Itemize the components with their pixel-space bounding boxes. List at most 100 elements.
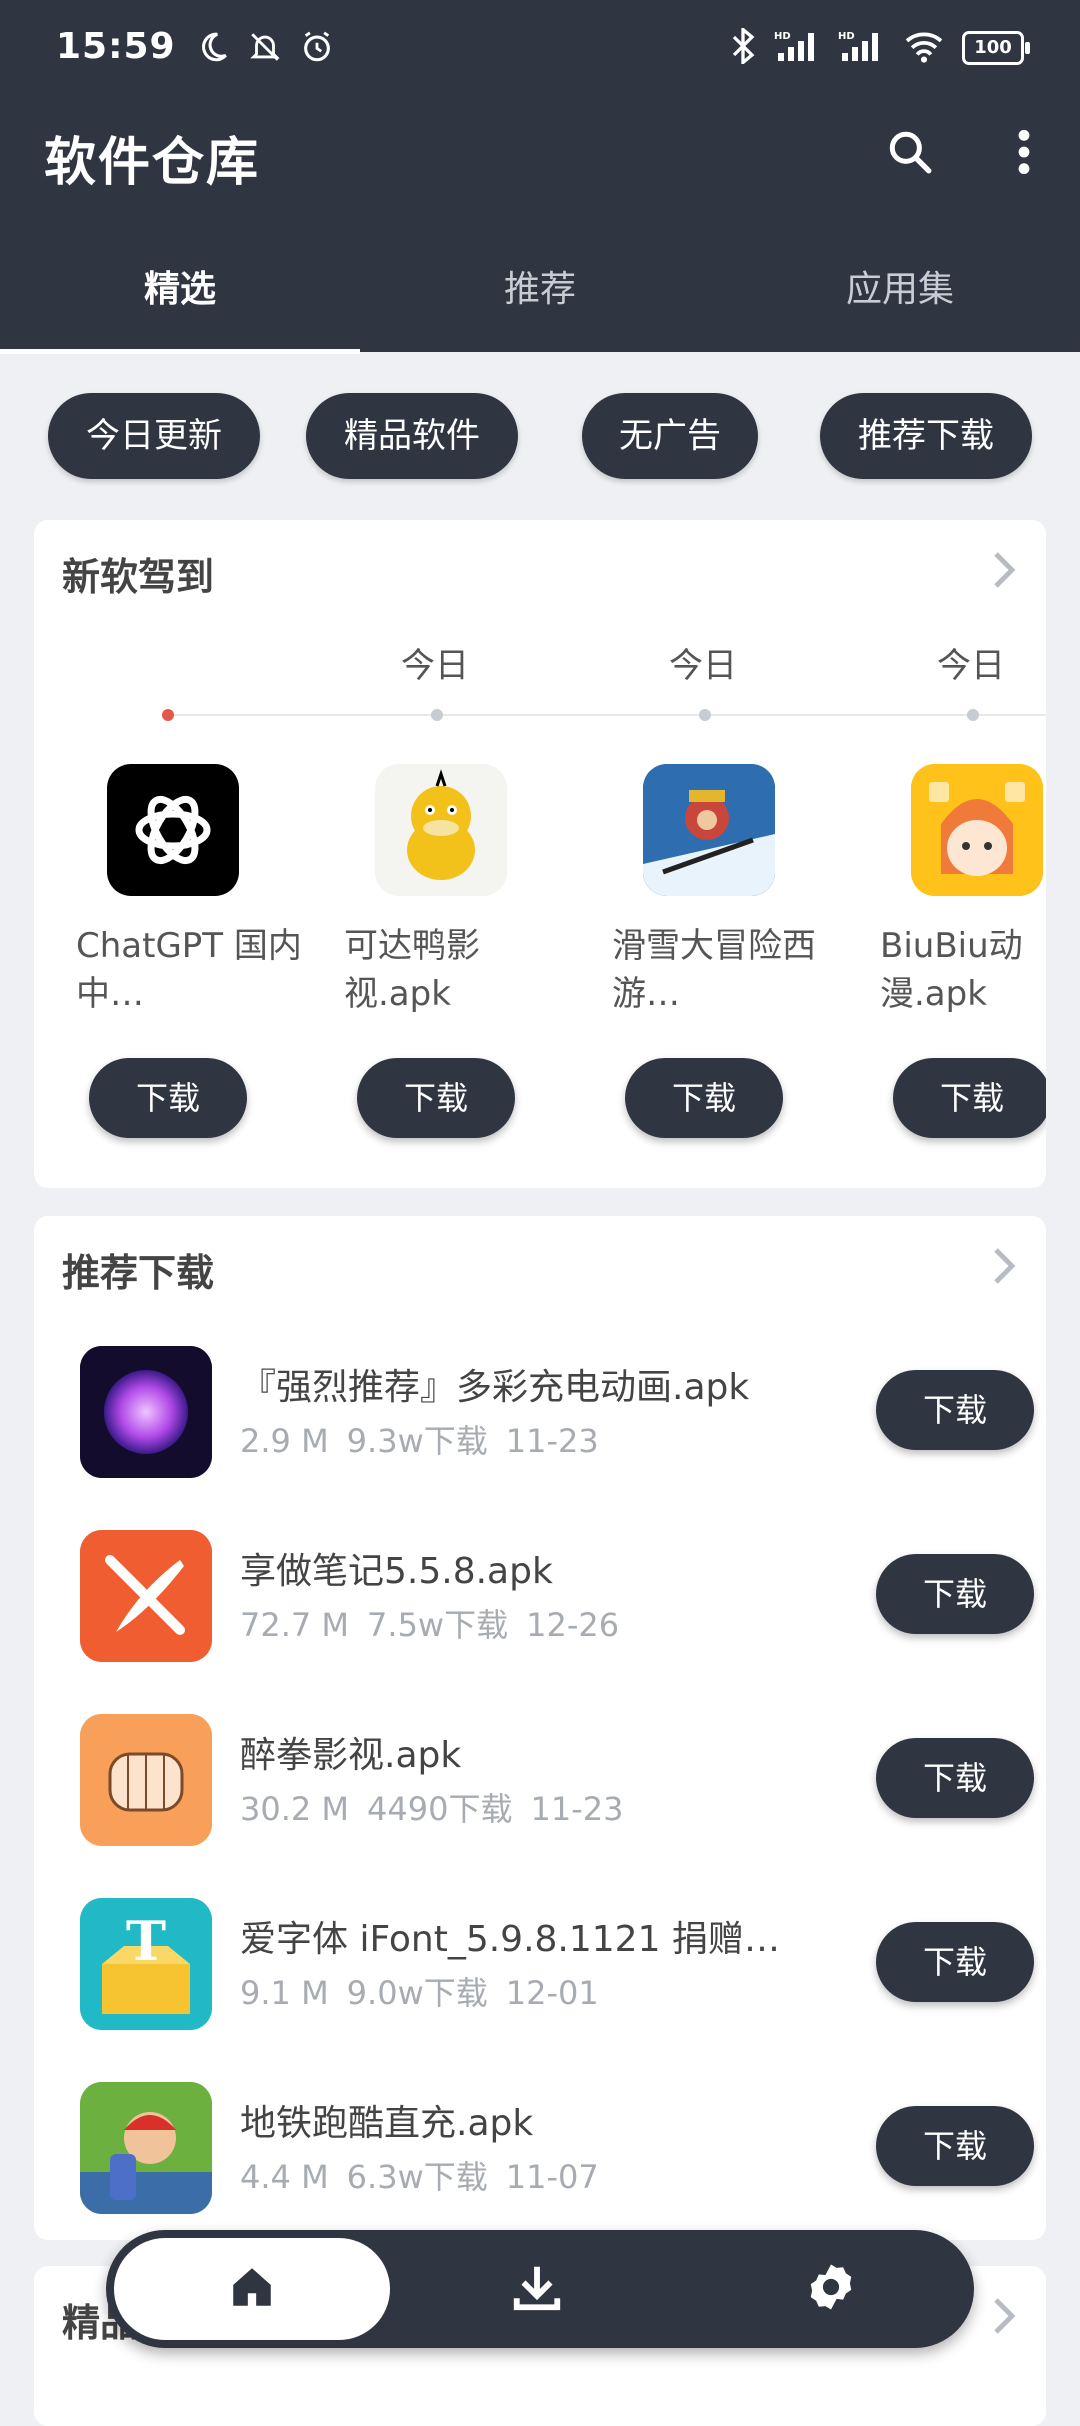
download-count: 9.0w下载 [346,1974,488,2012]
status-time: 15:59 [56,26,176,67]
recommended-app-name: 醉拳影视.apk [240,1735,462,1776]
update-date: 12-26 [526,1606,620,1644]
home-icon [227,2262,277,2316]
file-size: 72.7 M [240,1606,350,1644]
chevron-right-icon[interactable] [992,2296,1016,2346]
new-app-name: BiuBiu动漫.apk [880,926,1023,1014]
recommended-app-meta: 9.1 M 9.0w下载 12-01 [240,1968,617,2014]
update-date: 11-23 [530,1790,624,1828]
new-app-name: 滑雪大冒险西游… [612,926,816,1014]
nav-home-button[interactable] [114,2238,390,2340]
new-app-item[interactable]: 可达鸭影视.apk [344,764,574,1018]
recommended-app-name: 爱字体 iFont_5.9.8.1121 捐赠版.… [240,1919,800,1960]
timeline-label: 今日 [401,646,469,686]
download-button[interactable]: 下载 [893,1058,1046,1138]
timeline-dot [162,709,174,721]
new-app-item[interactable]: 滑雪大冒险西游… [612,764,842,1018]
tab-featured[interactable]: 精选 [0,250,360,354]
file-size: 2.9 M [240,1422,329,1460]
more-vertical-icon[interactable] [994,122,1054,182]
psyduck-icon [375,764,507,896]
file-size: 30.2 M [240,1790,350,1828]
new-app-name: 可达鸭影视.apk [344,926,480,1014]
new-software-card: 新软驾到 今日 今日 今日 ChatGPT 国内中… 下载 可达鸭影视.apk … [34,520,1046,1188]
bottom-nav [106,2230,974,2348]
fist-icon [80,1714,212,1846]
app-header: 15:59 HD HD 100 软件仓库 精选 推荐 应用集 [0,0,1080,354]
download-button[interactable]: 下载 [876,1554,1034,1634]
status-bar: 15:59 HD HD 100 [0,0,1080,100]
chatgpt-icon [107,764,239,896]
bluetooth-icon [728,25,758,68]
new-software-title: 新软驾到 [62,555,215,599]
recommended-app-meta: 30.2 M 4490下载 11-23 [240,1784,641,1830]
download-button[interactable]: 下载 [876,1922,1034,2002]
nav-download-button[interactable] [502,2254,572,2324]
recommended-row[interactable]: 地铁跑酷直充.apk 4.4 M 6.3w下载 11-07 下载 [80,2052,1046,2236]
download-button[interactable]: 下载 [625,1058,783,1138]
moon-icon [196,30,230,68]
nav-settings-button[interactable] [796,2254,866,2324]
app-title: 软件仓库 [44,133,261,193]
recommended-row[interactable]: 『强烈推荐』多彩充电动画.apk 2.9 M 9.3w下载 11-23 下载 [80,1316,1046,1500]
chip-premium-software[interactable]: 精品软件 [306,393,518,479]
update-date: 11-23 [505,1422,599,1460]
filter-chips: 今日更新 精品软件 无广告 推荐下载 [0,393,1080,479]
quill-notes-icon [80,1530,212,1662]
timeline-label: 今日 [937,646,1005,686]
recommended-app-meta: 2.9 M 9.3w下载 11-23 [240,1416,617,1462]
download-button[interactable]: 下载 [876,1738,1034,1818]
svg-text:HD: HD [774,31,791,42]
download-count: 9.3w下载 [346,1422,488,1460]
bell-muted-icon [248,30,282,68]
file-size: 4.4 M [240,2158,329,2196]
recommended-app-name: 享做笔记5.5.8.apk [240,1551,553,1592]
wifi-icon [902,29,946,67]
settings-icon [804,2260,858,2318]
download-count: 7.5w下载 [367,1606,509,1644]
new-app-item[interactable]: ChatGPT 国内中… [76,764,306,1018]
recommended-app-meta: 4.4 M 6.3w下载 11-07 [240,2152,617,2198]
download-button[interactable]: 下载 [89,1058,247,1138]
update-date: 12-01 [505,1974,599,2012]
signal-hd-icon-2: HD [838,29,886,67]
subway-surfer-icon [80,2082,212,2214]
tab-collections[interactable]: 应用集 [720,250,1080,352]
download-button[interactable]: 下载 [357,1058,515,1138]
battery-indicator: 100 [962,31,1030,65]
timeline-dot [699,709,711,721]
timeline-dot [431,709,443,721]
download-button[interactable]: 下载 [876,2106,1034,2186]
chip-today-update[interactable]: 今日更新 [48,393,260,479]
new-app-item[interactable]: BiuBiu动漫.apk [880,764,1046,1018]
ski-monkey-icon [643,764,775,896]
search-icon[interactable] [880,122,940,182]
recommended-card: 推荐下载 『强烈推荐』多彩充电动画.apk 2.9 M 9.3w下载 11-23 下… [34,1216,1046,2240]
alarm-icon [300,30,334,68]
recommended-app-name: 『强烈推荐』多彩充电动画.apk [240,1367,750,1408]
recommended-row[interactable]: 醉拳影视.apk 30.2 M 4490下载 11-23 下载 [80,1684,1046,1868]
charging-orb-icon [80,1346,212,1478]
svg-text:T: T [126,1909,166,1973]
download-count: 6.3w下载 [346,2158,488,2196]
chip-no-ads[interactable]: 无广告 [582,393,758,479]
signal-hd-icon: HD [774,29,822,67]
recommended-row[interactable]: T 爱字体 iFont_5.9.8.1121 捐赠版.… 9.1 M 9.0w下载… [80,1868,1046,2052]
recommended-title: 推荐下载 [62,1251,215,1295]
recommended-app-meta: 72.7 M 7.5w下载 12-26 [240,1600,637,1646]
tab-recommended[interactable]: 推荐 [360,250,720,352]
new-app-name: ChatGPT 国内中… [76,926,302,1014]
tab-bar: 精选 推荐 应用集 [0,250,1080,354]
download-count: 4490下载 [367,1790,513,1828]
chevron-right-icon[interactable] [992,550,1016,600]
chevron-right-icon[interactable] [992,1246,1016,1296]
recommended-row[interactable]: 享做笔记5.5.8.apk 72.7 M 7.5w下载 12-26 下载 [80,1500,1046,1684]
font-box-icon: T [80,1898,212,2030]
timeline-label: 今日 [669,646,737,686]
download-button[interactable]: 下载 [876,1370,1034,1450]
biubiu-anime-icon [911,764,1043,896]
timeline-line [164,714,1046,716]
chip-recommended-downloads[interactable]: 推荐下载 [820,393,1032,479]
file-size: 9.1 M [240,1974,329,2012]
timeline-dot [967,709,979,721]
